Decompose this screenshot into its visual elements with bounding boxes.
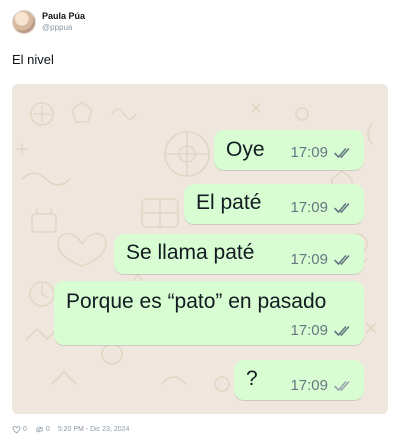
message-bubble[interactable]: Porque es “pato” en pasado 17:09 bbox=[54, 281, 364, 345]
chat-screenshot[interactable]: Oye 17:09 El paté 17:09 Se llama paté 17… bbox=[12, 84, 388, 414]
message-bubble[interactable]: Se llama paté 17:09 bbox=[114, 234, 364, 274]
message-meta: 17:09 bbox=[290, 144, 354, 161]
message-time: 17:09 bbox=[290, 144, 328, 161]
message-time: 17:09 bbox=[290, 251, 328, 268]
avatar[interactable] bbox=[12, 10, 36, 34]
heart-icon bbox=[12, 426, 21, 434]
double-check-icon bbox=[334, 202, 350, 213]
retweet-icon bbox=[36, 426, 43, 433]
message-text: Porque es “pato” en pasado bbox=[66, 290, 327, 313]
double-check-icon bbox=[334, 325, 350, 336]
message-bubble[interactable]: El paté 17:09 bbox=[184, 184, 364, 224]
tweet-footer: 0 0 5:20 PM - Dic 23, 2024 bbox=[12, 425, 137, 434]
tweet-timestamp[interactable]: 5:20 PM - Dic 23, 2024 bbox=[58, 426, 130, 433]
tweet-text: El nivel bbox=[12, 52, 54, 67]
message-bubble[interactable]: ? 17:09 bbox=[234, 360, 364, 400]
message-text: El paté bbox=[196, 191, 262, 214]
message-meta: 17:09 bbox=[290, 251, 354, 268]
like-count: 0 bbox=[23, 426, 27, 433]
double-check-icon bbox=[334, 254, 350, 265]
message-text: ? bbox=[246, 367, 258, 390]
message-meta: 17:09 bbox=[290, 377, 354, 394]
message-text: Oye bbox=[226, 138, 265, 161]
message-text: Se llama paté bbox=[126, 241, 255, 264]
tweet-header: Paula Púa @pppua bbox=[12, 10, 85, 34]
message-time: 17:09 bbox=[290, 377, 328, 394]
retweet-action[interactable]: 0 bbox=[35, 425, 50, 434]
message-bubble[interactable]: Oye 17:09 bbox=[214, 130, 364, 170]
message-meta: 17:09 bbox=[290, 199, 354, 216]
double-check-icon bbox=[334, 147, 350, 158]
like-action[interactable]: 0 bbox=[12, 425, 27, 434]
user-names: Paula Púa @pppua bbox=[42, 11, 85, 33]
message-meta: 17:09 bbox=[290, 322, 354, 339]
user-handle[interactable]: @pppua bbox=[42, 22, 85, 33]
message-time: 17:09 bbox=[290, 322, 328, 339]
display-name[interactable]: Paula Púa bbox=[42, 11, 85, 22]
double-check-icon bbox=[334, 380, 350, 391]
tweet-card: Paula Púa @pppua El nivel Oye 17:09 El p… bbox=[0, 0, 400, 444]
retweet-count: 0 bbox=[45, 426, 50, 433]
message-time: 17:09 bbox=[290, 199, 328, 216]
